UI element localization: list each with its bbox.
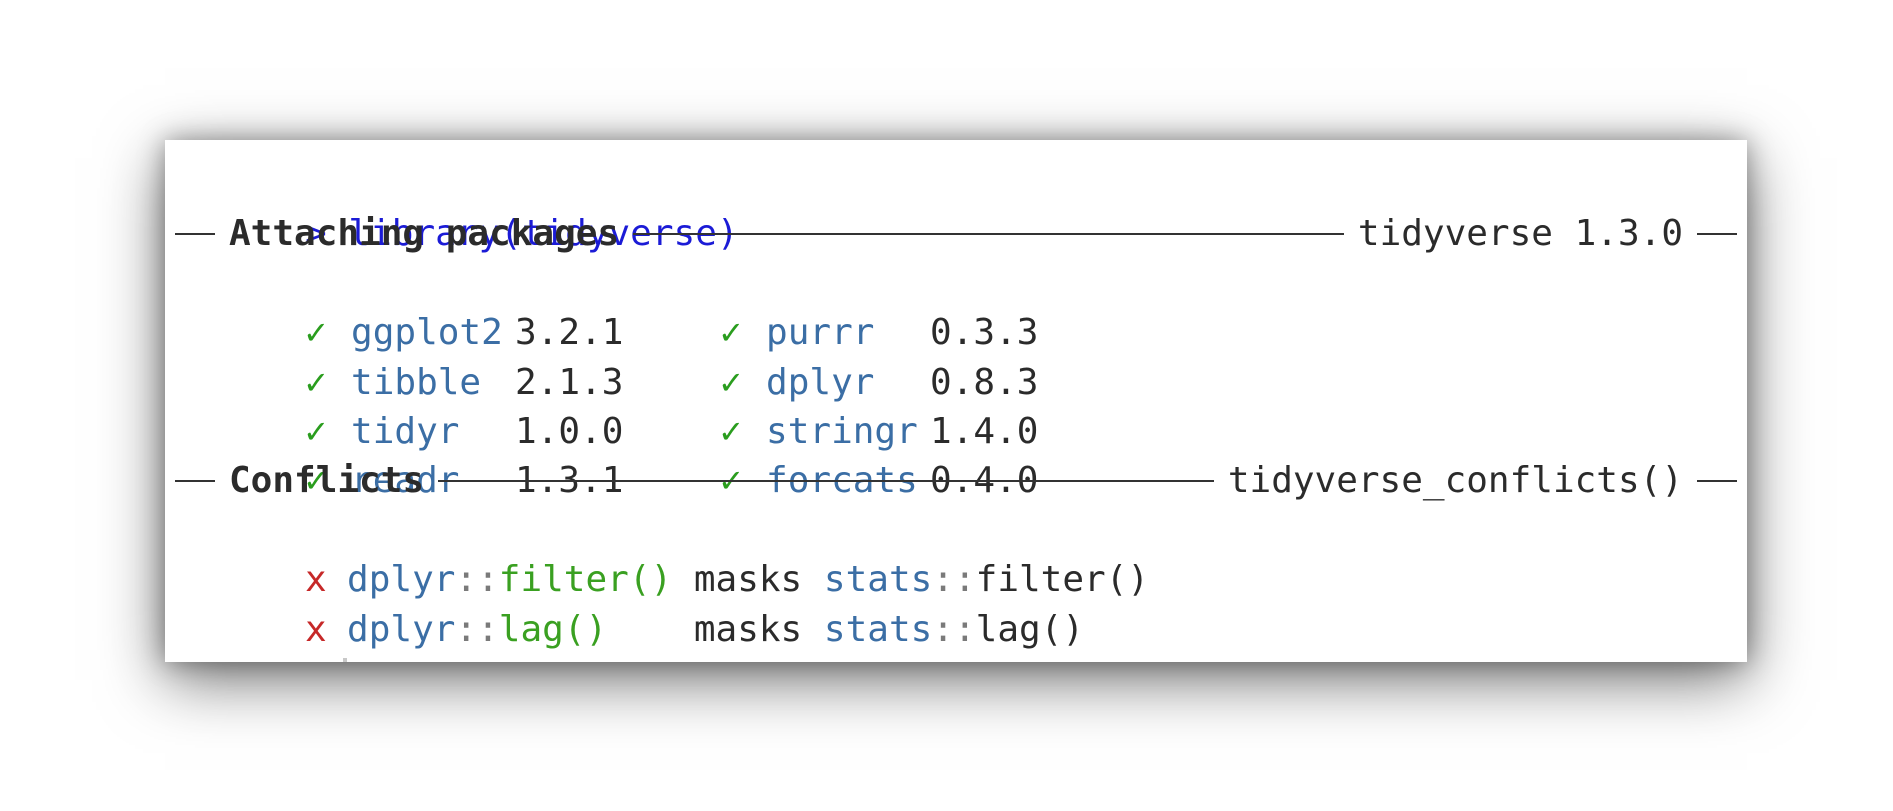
package-row: ✓ ggplot2 3.2.1 ✓ purrr 0.3.3 — [175, 259, 1737, 353]
rule-middle — [438, 480, 1214, 483]
conflict-row: x dplyr::filter() masks stats::filter() — [175, 506, 1737, 600]
tidyverse-version: tidyverse 1.3.0 — [1357, 213, 1683, 255]
prompt: > — [305, 658, 327, 662]
conflicts-function-label: tidyverse_conflicts() — [1227, 460, 1683, 502]
rule-right — [1697, 233, 1737, 236]
attaching-title: Attaching packages — [229, 213, 620, 255]
r-console[interactable]: > library(tidyverse) Attaching packages t… — [165, 140, 1747, 662]
conflicts-title: Conflicts — [229, 460, 425, 502]
input-line[interactable]: > — [175, 605, 1737, 662]
rule-right — [1697, 480, 1737, 483]
package-row: ✓ tibble 2.1.3 ✓ dplyr 0.8.3 — [175, 308, 1737, 403]
package-row: ✓ readr 1.3.1 ✓ forcats 0.4.0 — [175, 407, 1737, 501]
conflicts-header: Conflicts tidyverse_conflicts() — [175, 456, 1737, 505]
rule-middle — [633, 233, 1344, 236]
stage: > library(tidyverse) Attaching packages t… — [0, 0, 1893, 811]
rule-left — [175, 480, 215, 483]
conflict-row: x dplyr::lag() masks stats::lag() — [175, 555, 1737, 650]
attaching-header: Attaching packages tidyverse 1.3.0 — [175, 209, 1737, 258]
rule-left — [175, 233, 215, 236]
package-row: ✓ tidyr 1.0.0 ✓ stringr 1.4.0 — [175, 358, 1737, 452]
command-line: > library(tidyverse) — [175, 160, 1737, 254]
text-cursor[interactable] — [342, 657, 347, 662]
